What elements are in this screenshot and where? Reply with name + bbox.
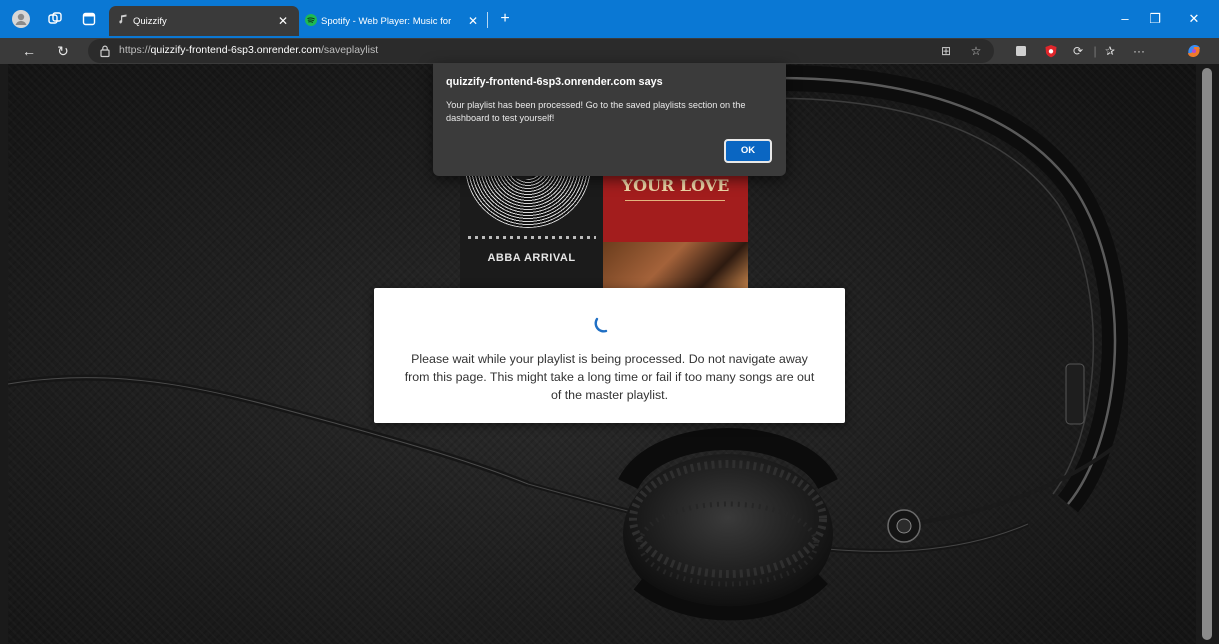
new-tab-button[interactable]: +: [495, 8, 515, 30]
album-title-rule: [625, 200, 725, 201]
url-host: quizzify-frontend-6sp3.onrender.com: [150, 44, 321, 56]
close-tab-icon[interactable]: ✕: [465, 13, 481, 29]
dotted-rule-graphic: [468, 236, 596, 239]
profile-avatar-icon[interactable]: [10, 8, 32, 30]
minimize-window-button[interactable]: –: [1114, 8, 1136, 30]
back-button[interactable]: ←: [18, 40, 40, 62]
extension-shield-icon[interactable]: [1042, 42, 1060, 60]
quizzify-favicon-icon: [119, 14, 127, 24]
favorites-icon[interactable]: ✰: [1101, 42, 1119, 60]
url-scheme: https://: [119, 44, 151, 56]
restore-window-button[interactable]: ❐: [1144, 8, 1166, 30]
browser-toolbar: ← ↻ https://quizzify-frontend-6sp3.onren…: [0, 38, 1219, 64]
album-title: ABBA ARRIVAL: [487, 252, 576, 264]
url-text[interactable]: https://quizzify-frontend-6sp3.onrender.…: [119, 44, 378, 56]
close-window-button[interactable]: ✕: [1183, 8, 1205, 30]
more-options-icon[interactable]: ···: [1130, 42, 1148, 60]
copilot-icon[interactable]: [1185, 42, 1203, 60]
lock-icon[interactable]: [98, 44, 112, 58]
processing-message: Please wait while your playlist is being…: [404, 352, 815, 402]
app-available-icon[interactable]: ⊞: [936, 41, 956, 61]
browser-alert-dialog: quizzify-frontend-6sp3.onrender.com says…: [433, 63, 786, 176]
url-path: /saveplaylist: [320, 44, 379, 56]
reload-button[interactable]: ↻: [52, 40, 74, 62]
page-scrollbar[interactable]: [1196, 64, 1219, 644]
close-tab-icon[interactable]: ✕: [275, 13, 291, 29]
favorite-star-icon[interactable]: ☆: [966, 41, 986, 61]
tab-label: Spotify - Web Player: Music for e: [321, 15, 451, 27]
tab-label: Quizzify: [133, 15, 167, 27]
address-bar[interactable]: https://quizzify-frontend-6sp3.onrender.…: [88, 39, 994, 63]
browser-tab-bar: Quizzify ✕ Spotify - Web Player: Music f…: [0, 0, 1219, 38]
tab-separator: [487, 12, 488, 28]
tab-spotify[interactable]: Spotify - Web Player: Music for e ✕: [297, 6, 489, 36]
scrollbar-thumb[interactable]: [1202, 68, 1212, 640]
alert-message: Your playlist has been processed! Go to …: [446, 100, 746, 123]
extensions-puzzle-icon[interactable]: ⟳: [1069, 42, 1087, 60]
alert-origin-title: quizzify-frontend-6sp3.onrender.com says: [446, 76, 663, 88]
album-title: YOUR LOVE: [621, 176, 730, 195]
tab-actions-icon[interactable]: [78, 8, 100, 30]
alert-ok-button[interactable]: OK: [724, 139, 772, 163]
extension-square-icon[interactable]: [1012, 42, 1030, 60]
tab-quizzify[interactable]: Quizzify ✕: [109, 6, 299, 36]
loading-spinner-icon: [594, 317, 608, 333]
spotify-favicon-icon: [305, 14, 317, 26]
workspaces-icon[interactable]: [44, 8, 66, 30]
processing-modal: Please wait while your playlist is being…: [374, 288, 845, 423]
